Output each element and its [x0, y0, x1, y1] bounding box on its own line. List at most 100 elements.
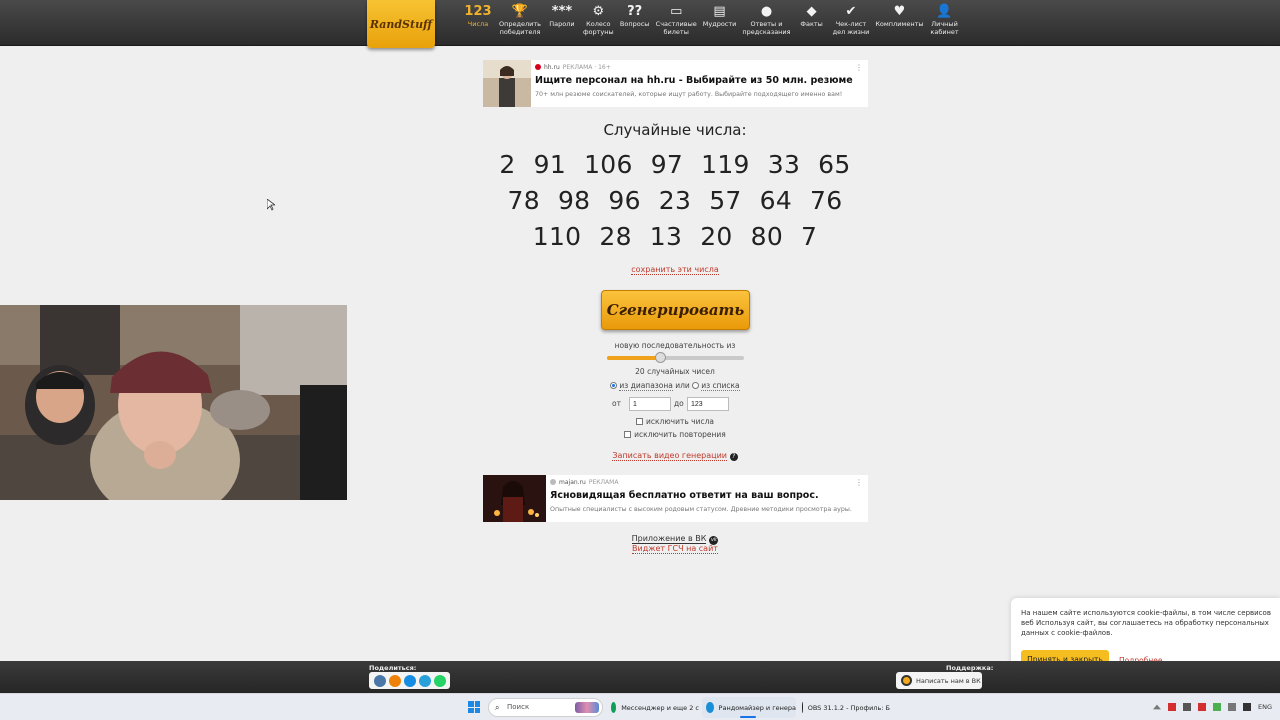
random-number: 106	[584, 150, 633, 179]
nav-item-3[interactable]: ⚙ Колесо фортуны	[580, 3, 617, 45]
checklist-icon: ✔	[845, 4, 857, 19]
nav-item-7[interactable]: ● Ответы и предсказания	[739, 3, 793, 45]
fact-icon: ◆	[806, 4, 817, 19]
nav-label: Комплименты	[875, 20, 924, 28]
range-radio[interactable]	[610, 382, 618, 389]
count-label: 20 случайных чисел	[635, 367, 715, 376]
random-number: 76	[810, 186, 843, 215]
support-button[interactable]: Написать нам в ВК	[896, 672, 982, 689]
random-number: 119	[701, 150, 750, 179]
exclude-numbers-checkbox[interactable]	[636, 418, 644, 425]
site-logo[interactable]: RandStuff	[367, 0, 435, 48]
tray-app-icon[interactable]	[1242, 703, 1251, 711]
random-number: 23	[658, 186, 692, 215]
nav-item-0[interactable]: 123 Числа	[460, 3, 496, 45]
ad-title[interactable]: Ясновидящая бесплатно ответит на ваш воп…	[550, 490, 819, 501]
questions-icon: ??	[627, 4, 643, 19]
numbers-row-2: 78 98 96 23 57 64 76	[480, 186, 870, 215]
help-icon[interactable]: ?	[729, 453, 738, 461]
ad-description: 70+ млн резюме соискателей, которые ищут…	[535, 91, 843, 98]
mail-share-icon[interactable]	[403, 674, 416, 687]
nav-item-6[interactable]: ▤ Мудрости	[700, 3, 740, 45]
taskbar-app-randomizer[interactable]: Рандомайзер и генера	[702, 697, 796, 718]
slider-fill	[607, 356, 661, 360]
tray-app-icon[interactable]	[1212, 703, 1221, 711]
taskbar-app-obs[interactable]: OBS 31.1.2 - Профиль: Б	[798, 697, 890, 718]
to-input[interactable]	[687, 397, 729, 411]
mouse-cursor-icon	[267, 199, 275, 211]
windows-taskbar: ⌕ Поиск Мессенджер и еще 2 с Рандомайзер…	[0, 693, 1280, 720]
list-option-label[interactable]: из списка	[701, 381, 740, 391]
random-number: 2	[499, 150, 516, 179]
taskbar-app-messenger[interactable]: Мессенджер и еще 2 с	[607, 697, 699, 718]
widget-link[interactable]: Виджет ГСЧ на сайт	[480, 544, 870, 554]
nav-item-8[interactable]: ◆ Факты	[794, 3, 830, 45]
exclude-numbers-option[interactable]: исключить числа	[480, 417, 870, 426]
language-indicator[interactable]: ENG	[1258, 703, 1272, 711]
random-number: 97	[650, 150, 684, 179]
list-radio[interactable]	[692, 382, 700, 389]
taskbar-search[interactable]: ⌕ Поиск	[488, 698, 603, 717]
random-number: 80	[750, 222, 784, 251]
ok-share-icon[interactable]	[388, 674, 401, 687]
ad-description: Опытные специалисты с высоким родовым ст…	[550, 506, 852, 513]
wheel-icon: ⚙	[592, 4, 605, 19]
generate-button[interactable]: Сгенерировать	[601, 290, 750, 330]
exclude-repeats-checkbox[interactable]	[624, 431, 632, 438]
nav-item-4[interactable]: ?? Вопросы	[617, 3, 653, 45]
whatsapp-share-icon[interactable]	[433, 674, 446, 687]
ad-banner-bottom[interactable]: majan.ru РЕКЛАМА Ясновидящая бесплатно от…	[483, 475, 868, 522]
nav-label: Счастливые билеты	[655, 20, 697, 36]
ad-source: majan.ru РЕКЛАМА	[550, 479, 618, 486]
ad-source: hh.ru РЕКЛАМА · 16+	[535, 64, 611, 71]
nav-label: Числа	[467, 20, 489, 28]
vk-share-icon[interactable]	[373, 674, 386, 687]
telegram-share-icon[interactable]	[418, 674, 431, 687]
nav-item-5[interactable]: ▭ Счастливые билеты	[653, 3, 700, 45]
support-icon	[901, 675, 912, 686]
chevron-up-icon[interactable]	[1152, 704, 1161, 710]
ad-menu-icon[interactable]: ⋮	[855, 478, 863, 487]
slider-handle[interactable]	[655, 352, 667, 363]
from-input[interactable]	[629, 397, 671, 411]
tray-app-icon[interactable]	[1227, 703, 1236, 711]
nav-label: Ответы и предсказания	[742, 20, 791, 36]
nav-item-11[interactable]: 👤 Личный кабинет	[927, 3, 963, 45]
random-number: 110	[532, 222, 582, 251]
windows-start-icon[interactable]	[468, 701, 480, 713]
random-number: 33	[767, 150, 801, 179]
ticket-icon: ▭	[670, 4, 683, 19]
count-slider[interactable]	[607, 352, 744, 363]
ad-title[interactable]: Ищите персонал на hh.ru - Выбирайте из 5…	[535, 75, 853, 86]
numbers-row-1: 2 91 106 97 119 33 65	[480, 150, 870, 179]
range-option-label[interactable]: из диапазона	[619, 381, 673, 391]
logo-text: RandStuff	[369, 17, 433, 31]
nav-label: Чек-лист дел жизни	[832, 20, 870, 36]
tray-app-icon[interactable]	[1197, 703, 1206, 711]
edge-icon	[706, 702, 714, 713]
source-options: из диапазона или из списка	[480, 381, 870, 391]
nav-item-2[interactable]: *** Пароли	[544, 3, 580, 45]
tray-app-icon[interactable]	[1182, 703, 1191, 711]
ad-image-psychic	[483, 475, 546, 522]
random-number: 13	[649, 222, 683, 251]
exclude-repeats-option[interactable]: исключить повторения	[480, 430, 870, 439]
nav-item-1[interactable]: 🏆 Определить победителя	[496, 3, 544, 45]
random-number: 98	[557, 186, 591, 215]
nav-label: Факты	[800, 20, 823, 28]
record-video-link[interactable]: Записать видео генерации ?	[480, 451, 870, 461]
nav-label: Вопросы	[619, 20, 650, 28]
ad-menu-icon[interactable]: ⋮	[855, 63, 863, 72]
password-icon: ***	[551, 4, 573, 19]
nav-item-10[interactable]: ♥ Комплименты	[872, 3, 926, 45]
numbers-row-3: 110 28 13 20 80 7	[480, 222, 870, 251]
nav-item-9[interactable]: ✔ Чек-лист дел жизни	[830, 3, 873, 45]
random-number: 57	[709, 186, 742, 215]
magic-ball-icon: ●	[760, 4, 773, 19]
user-icon: 👤	[936, 4, 953, 19]
tray-app-icon[interactable]	[1167, 703, 1176, 711]
sequence-label: новую последовательность из	[614, 341, 736, 350]
save-numbers-link[interactable]: сохранить эти числа	[480, 265, 870, 275]
ad-image-person	[483, 60, 531, 107]
ad-banner-top[interactable]: hh.ru РЕКЛАМА · 16+ Ищите персонал на hh.…	[483, 60, 868, 107]
